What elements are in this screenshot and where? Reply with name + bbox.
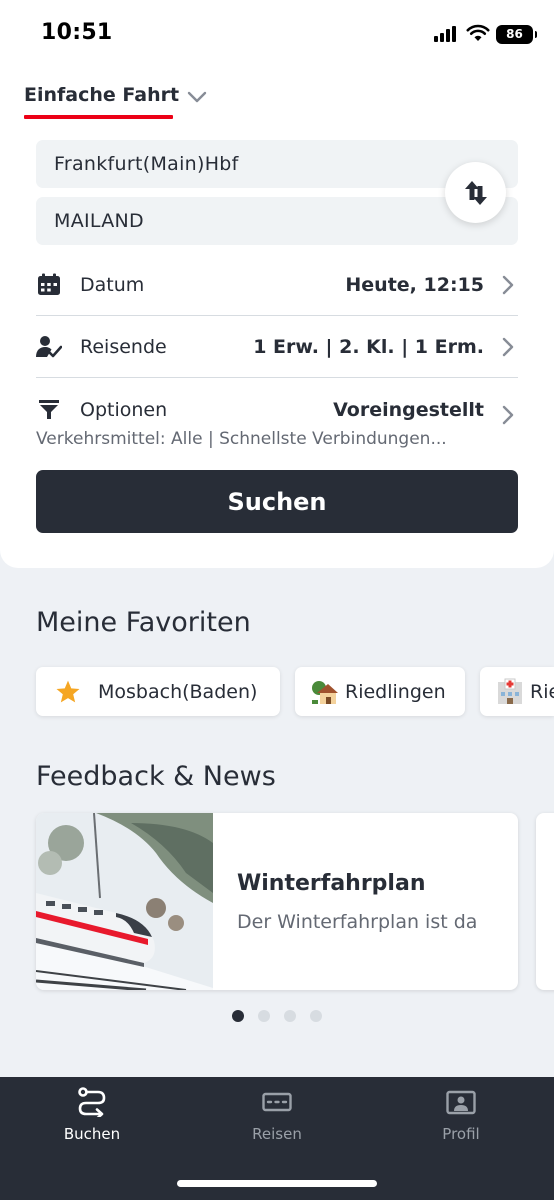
tab-profil[interactable]: Profil bbox=[401, 1087, 521, 1143]
options-label: Optionen bbox=[80, 399, 168, 421]
travellers-value: 1 Erw. | 2. Kl. | 1 Erm. bbox=[253, 336, 484, 358]
traveller-icon bbox=[36, 335, 62, 359]
ticket-icon bbox=[262, 1092, 292, 1112]
profile-icon bbox=[446, 1090, 476, 1115]
home-indicator bbox=[177, 1180, 377, 1187]
to-station-input[interactable]: MAILAND bbox=[36, 197, 518, 245]
favorite-label: Rie bbox=[530, 680, 554, 703]
calendar-icon bbox=[36, 273, 62, 297]
chevron-right-icon bbox=[502, 337, 514, 357]
tab-reisen[interactable]: Reisen bbox=[217, 1087, 337, 1143]
pagination-dot[interactable] bbox=[310, 1010, 322, 1022]
options-value: Voreingestellt bbox=[333, 399, 484, 421]
carousel-pagination bbox=[232, 1010, 322, 1022]
tab-label: Buchen bbox=[63, 1125, 121, 1143]
route-icon bbox=[78, 1087, 106, 1117]
favorite-label: Riedlingen bbox=[345, 680, 446, 703]
favorite-chip[interactable]: Riedlingen bbox=[295, 667, 465, 716]
news-card-text: Der Winterfahrplan ist da bbox=[237, 911, 478, 933]
train-snow-image bbox=[36, 813, 213, 990]
news-card-next[interactable] bbox=[536, 813, 554, 990]
news-card[interactable]: Winterfahrplan Der Winterfahrplan ist da bbox=[36, 813, 518, 990]
hospital-icon bbox=[496, 678, 524, 706]
status-time: 10:51 bbox=[41, 20, 113, 45]
pagination-dot-active[interactable] bbox=[232, 1010, 244, 1022]
news-title: Feedback & News bbox=[36, 761, 276, 792]
options-summary: Verkehrsmittel: Alle | Schnellste Verbin… bbox=[36, 429, 447, 449]
tab-label: Profil bbox=[442, 1125, 480, 1143]
travellers-row[interactable]: Reisende 1 Erw. | 2. Kl. | 1 Erm. bbox=[36, 332, 518, 362]
battery-indicator: 86 bbox=[496, 25, 537, 44]
chevron-down-icon bbox=[187, 91, 207, 103]
house-icon bbox=[311, 678, 339, 706]
swap-arrows-icon bbox=[464, 180, 487, 205]
divider bbox=[36, 377, 518, 378]
travellers-label: Reisende bbox=[80, 336, 167, 358]
pagination-dot[interactable] bbox=[284, 1010, 296, 1022]
cellular-signal-icon bbox=[434, 26, 458, 42]
date-value: Heute, 12:15 bbox=[345, 274, 484, 296]
favorite-chip[interactable]: Mosbach(Baden) bbox=[36, 667, 280, 716]
search-button[interactable]: Suchen bbox=[36, 470, 518, 533]
date-row[interactable]: Datum Heute, 12:15 bbox=[36, 270, 518, 300]
chevron-right-icon bbox=[502, 405, 514, 425]
favorites-title: Meine Favoriten bbox=[36, 607, 251, 638]
news-card-title: Winterfahrplan bbox=[237, 871, 426, 896]
wifi-icon bbox=[466, 24, 490, 41]
trip-type-underline bbox=[24, 115, 173, 119]
star-icon bbox=[54, 678, 82, 706]
date-label: Datum bbox=[80, 274, 145, 296]
tab-buchen[interactable]: Buchen bbox=[32, 1087, 152, 1143]
trip-type-label: Einfache Fahrt bbox=[24, 84, 180, 106]
favorite-chip[interactable]: Rie bbox=[480, 667, 554, 716]
options-row[interactable]: Optionen Voreingestellt bbox=[36, 395, 518, 425]
swap-stations-button[interactable] bbox=[445, 162, 506, 223]
from-station-input[interactable]: Frankfurt(Main)Hbf bbox=[36, 140, 518, 188]
filter-icon bbox=[36, 398, 62, 422]
divider bbox=[36, 315, 518, 316]
favorite-label: Mosbach(Baden) bbox=[98, 680, 258, 703]
tab-label: Reisen bbox=[252, 1125, 302, 1143]
pagination-dot[interactable] bbox=[258, 1010, 270, 1022]
chevron-right-icon bbox=[502, 275, 514, 295]
